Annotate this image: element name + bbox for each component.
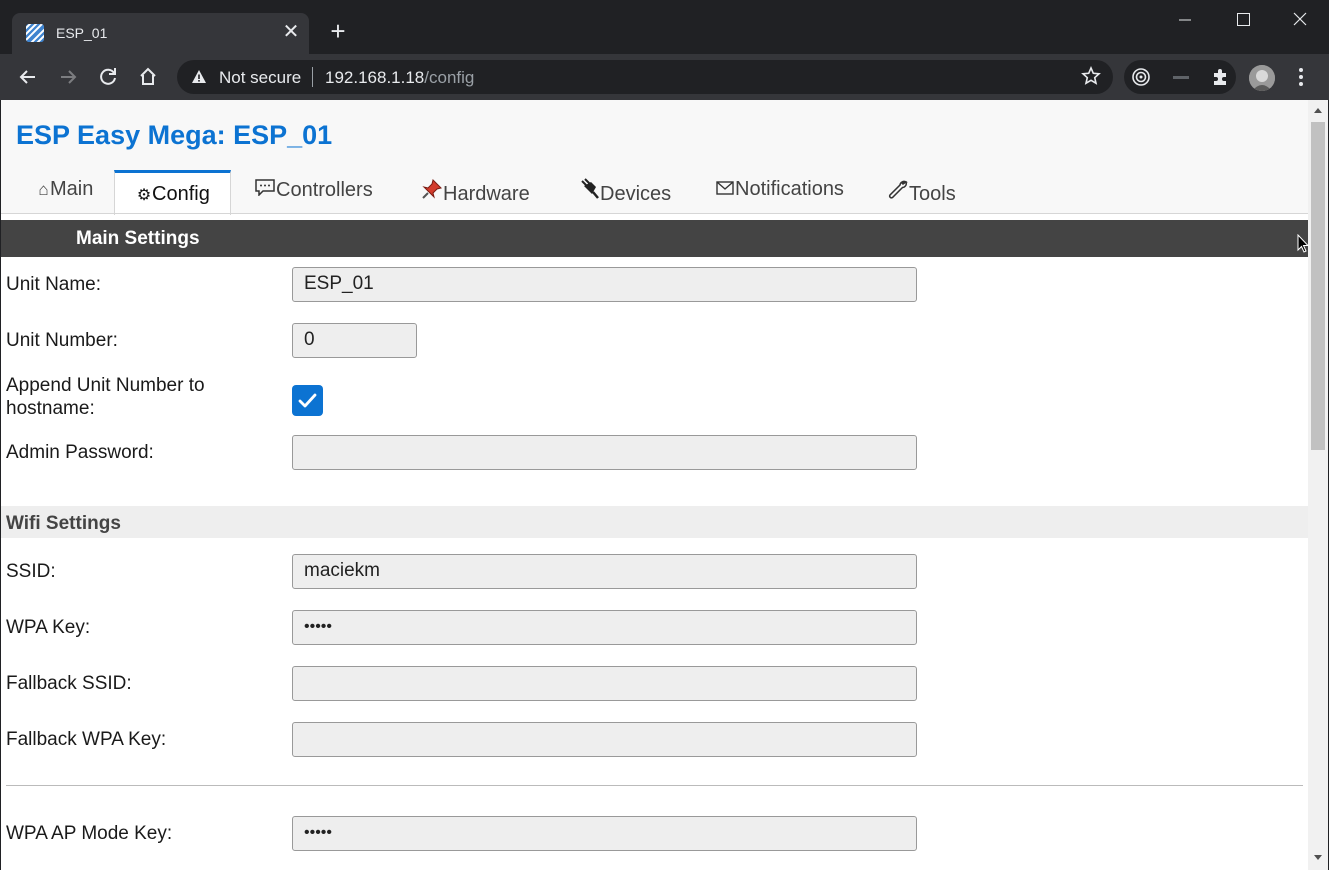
- forward-icon[interactable]: [54, 63, 82, 91]
- wpa-ap-mode-key-input[interactable]: •••••: [292, 816, 917, 851]
- unit-name-label: Unit Name:: [6, 274, 102, 295]
- scroll-thumb[interactable]: [1311, 122, 1325, 450]
- wifi-settings-header: Wifi Settings: [1, 506, 1308, 538]
- wpa-ap-mode-key-label: WPA AP Mode Key:: [6, 823, 173, 844]
- unit-number-input[interactable]: 0: [292, 323, 417, 358]
- tab-label: Controllers: [276, 179, 373, 201]
- envelope-icon: [715, 178, 735, 201]
- fallback-wpa-key-input[interactable]: [292, 722, 917, 757]
- reload-icon[interactable]: [94, 63, 122, 91]
- vertical-scrollbar[interactable]: [1308, 100, 1328, 870]
- home-icon[interactable]: [134, 63, 162, 91]
- tab-label: Main: [50, 178, 94, 200]
- pushpin-icon: [421, 178, 443, 206]
- tab-main[interactable]: ⌂Main: [37, 170, 93, 214]
- wrench-icon: [887, 178, 909, 206]
- scroll-down-icon[interactable]: [1312, 853, 1324, 863]
- tab-controllers[interactable]: Controllers: [254, 170, 373, 214]
- url-path: /config: [424, 68, 475, 87]
- page-header: ESP Easy Mega: ESP_01 ⌂Main ⚙Config Cont…: [1, 100, 1308, 215]
- wpa-key-label: WPA Key:: [6, 617, 91, 638]
- unit-number-label: Unit Number:: [6, 330, 118, 351]
- tab-label: Config: [152, 183, 210, 205]
- plug-icon: [578, 178, 600, 206]
- ssid-label: SSID:: [6, 561, 56, 582]
- main-settings-header: Main Settings: [1, 220, 1308, 257]
- tab-notifications[interactable]: Notifications: [715, 170, 844, 214]
- page-viewport: ESP Easy Mega: ESP_01 ⌂Main ⚙Config Cont…: [1, 100, 1328, 870]
- target-extension-icon[interactable]: [1131, 67, 1151, 87]
- menu-icon[interactable]: [1291, 64, 1311, 90]
- tab-label: Hardware: [443, 183, 530, 205]
- site-favicon-icon: [26, 24, 44, 42]
- back-icon[interactable]: [14, 63, 42, 91]
- star-icon[interactable]: [1081, 65, 1101, 91]
- append-unit-number-checkbox[interactable]: [292, 385, 323, 416]
- fallback-ssid-input[interactable]: [292, 666, 917, 701]
- checkmark-icon: [298, 393, 317, 408]
- home-tab-icon: ⌂: [38, 180, 49, 199]
- profile-avatar[interactable]: [1249, 65, 1275, 91]
- minimize-button[interactable]: [1165, 6, 1205, 34]
- tab-label: Tools: [909, 183, 956, 205]
- speech-bubble-icon: [254, 178, 276, 202]
- append-label-line2: hostname:: [6, 398, 95, 419]
- security-label[interactable]: Not secure: [219, 68, 301, 88]
- fallback-ssid-label: Fallback SSID:: [6, 673, 132, 694]
- append-unit-number-label: Append Unit Number to hostname:: [6, 374, 205, 420]
- tab-tools[interactable]: Tools: [887, 170, 956, 214]
- tab-close-icon[interactable]: ✕: [280, 21, 302, 43]
- address-bar[interactable]: Not secure 192.168.1.18/config: [177, 60, 1113, 94]
- tab-title: ESP_01: [56, 25, 108, 41]
- maximize-button[interactable]: [1223, 6, 1263, 34]
- wpa-key-input[interactable]: •••••: [292, 610, 917, 645]
- tab-strip: ESP_01 ✕ +: [0, 0, 1329, 54]
- config-page: ESP Easy Mega: ESP_01 ⌂Main ⚙Config Cont…: [1, 100, 1308, 870]
- admin-password-label: Admin Password:: [6, 442, 154, 463]
- tab-label: Notifications: [735, 178, 844, 200]
- page-title: ESP Easy Mega: ESP_01: [16, 120, 333, 150]
- warning-icon[interactable]: [191, 69, 207, 85]
- url-host: 192.168.1.18: [325, 68, 425, 87]
- tabs-divider: [1, 213, 1308, 214]
- tab-hardware[interactable]: Hardware: [421, 170, 530, 214]
- new-tab-button[interactable]: +: [326, 18, 350, 44]
- omnibox-divider: [312, 67, 313, 87]
- mouse-cursor-icon: [1297, 233, 1310, 254]
- url-text[interactable]: 192.168.1.18/config: [325, 68, 474, 88]
- gear-icon: ⚙: [136, 187, 152, 204]
- extension-icon[interactable]: [1210, 67, 1230, 87]
- browser-toolbar: Not secure 192.168.1.18/config: [0, 54, 1329, 100]
- close-window-button[interactable]: [1280, 6, 1320, 34]
- ssid-input[interactable]: maciekm: [292, 554, 917, 589]
- fallback-wpa-key-label: Fallback WPA Key:: [6, 729, 167, 750]
- tab-label: Devices: [600, 183, 672, 205]
- unit-name-input[interactable]: ESP_01: [292, 267, 917, 302]
- section-divider: [6, 785, 1303, 786]
- browser-tab[interactable]: ESP_01 ✕: [12, 13, 309, 54]
- main-settings-heading: Main Settings: [76, 228, 200, 249]
- battery-extension-icon[interactable]: [1171, 67, 1191, 87]
- scroll-up-icon[interactable]: [1312, 105, 1324, 115]
- admin-password-input[interactable]: [292, 435, 917, 470]
- tab-config[interactable]: ⚙Config: [114, 170, 231, 215]
- append-label-line1: Append Unit Number to: [6, 375, 205, 396]
- wifi-settings-heading: Wifi Settings: [6, 513, 121, 534]
- tab-devices[interactable]: Devices: [578, 170, 671, 214]
